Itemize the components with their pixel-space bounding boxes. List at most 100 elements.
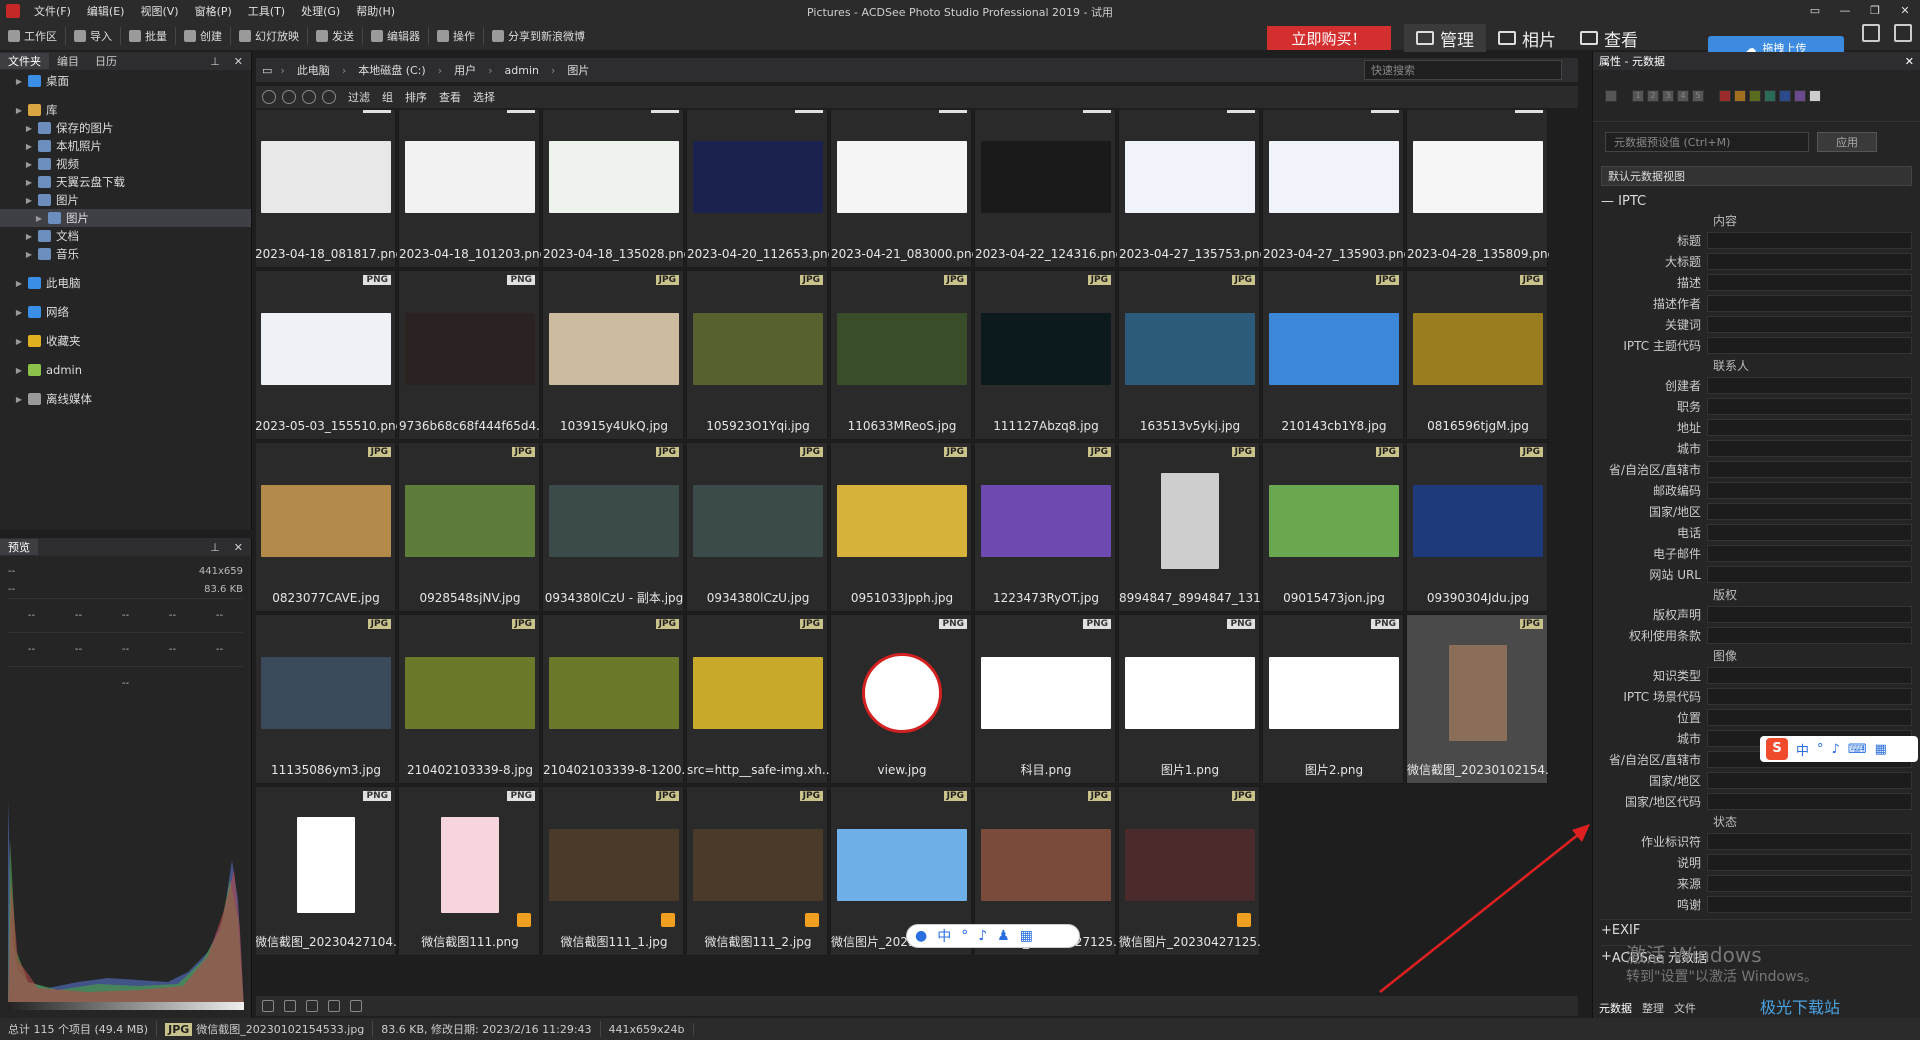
apply-button[interactable]: 应用 [1817, 132, 1877, 152]
close-icon[interactable]: ✕ [226, 541, 251, 554]
thumbnail[interactable]: JPG 0934380lCzU.jpg [686, 442, 828, 612]
breadcrumb-item[interactable]: 图片 [563, 62, 593, 78]
color-label-icon[interactable] [1779, 89, 1791, 102]
breadcrumb-item[interactable]: admin [501, 64, 543, 77]
metadata-field-input[interactable] [1707, 253, 1912, 270]
thumbnail[interactable]: PNG 2023-04-18_135028.png [542, 110, 685, 268]
toolbar-button-2[interactable]: 批量 [121, 22, 175, 50]
tree-node[interactable]: ▶ 保存的图片 [0, 119, 251, 137]
metadata-field-input[interactable] [1707, 295, 1912, 312]
dashboard-icon[interactable] [1862, 24, 1880, 42]
metadata-field-input[interactable] [1707, 667, 1912, 684]
rating-1[interactable]: 1 [1632, 89, 1644, 102]
metadata-field-input[interactable] [1707, 627, 1912, 644]
thumbnail[interactable]: PNG view.jpg [830, 614, 972, 784]
thumbnail[interactable]: JPG 0823077CAVE.jpg [256, 442, 396, 612]
preview-tab[interactable]: 预览 [0, 539, 38, 555]
thumbnail[interactable]: JPG 110633MReoS.jpg [830, 270, 972, 440]
sogou-ime-toolbar[interactable]: S 中 ° ♪ ⌨ ▦ [1760, 736, 1918, 762]
filter-menu-2[interactable]: 排序 [405, 89, 427, 105]
menu-item-6[interactable]: 帮助(H) [348, 3, 403, 19]
thumbnail[interactable]: JPG 105923O1Yqi.jpg [686, 270, 828, 440]
thumbnail[interactable]: PNG 微信截图111.png [398, 786, 540, 956]
tagged-checkbox-icon[interactable] [517, 913, 531, 927]
tree-node[interactable]: ▶ 此电脑 [0, 274, 251, 292]
rating-2[interactable]: 2 [1647, 89, 1659, 102]
metadata-field-input[interactable] [1707, 772, 1912, 789]
thumbnail[interactable]: PNG 2023-04-28_135809.png [1406, 110, 1549, 268]
metadata-field-input[interactable] [1707, 566, 1912, 583]
thumbnail[interactable]: PNG 2023-04-27_135903.png [1262, 110, 1405, 268]
expand-icon[interactable]: ▶ [24, 142, 34, 151]
expand-icon[interactable]: ▶ [14, 106, 24, 115]
thumbnail[interactable]: JPG 1223473RyOT.jpg [974, 442, 1116, 612]
close-icon[interactable]: ✕ [1890, 0, 1920, 22]
folders-tab-1[interactable]: 编目 [49, 53, 87, 69]
forward-icon[interactable] [302, 90, 316, 104]
metadata-field-input[interactable] [1707, 274, 1912, 291]
filter-menu-1[interactable]: 组 [382, 89, 393, 105]
tagged-checkbox-icon[interactable] [661, 913, 675, 927]
thumbnail[interactable]: JPG 210143cb1Y8.jpg [1262, 270, 1404, 440]
thumbnail[interactable]: JPG 210402103339-8.jpg [398, 614, 540, 784]
thumbnail[interactable]: JPG 163513v5ykj.jpg [1118, 270, 1260, 440]
tree-node[interactable]: ▶ 图片 [0, 191, 251, 209]
tree-node[interactable]: ▶ 天翼云盘下载 [0, 173, 251, 191]
metadata-field-input[interactable] [1707, 377, 1912, 394]
restore-icon[interactable]: ▭ [1800, 0, 1830, 22]
metadata-field-input[interactable] [1707, 419, 1912, 436]
toolbar-button-0[interactable]: 工作区 [0, 22, 65, 50]
thumbnail[interactable]: JPG 微信图片_20230427125... [1118, 786, 1261, 956]
mode-0[interactable]: 管理 [1404, 24, 1486, 52]
thumbnail[interactable]: PNG 图片2.png [1262, 614, 1404, 784]
menu-item-5[interactable]: 处理(G) [293, 3, 348, 19]
mode-1[interactable]: 相片 [1486, 24, 1568, 52]
thumbnail[interactable]: PNG 2023-04-21_083000.png [830, 110, 973, 268]
thumbnail[interactable]: JPG src=http__safe-img.xh... [686, 614, 829, 784]
metadata-field-input[interactable] [1707, 461, 1912, 478]
tree-node[interactable]: ▶ 音乐 [0, 245, 251, 263]
menu-item-1[interactable]: 编辑(E) [79, 3, 133, 19]
tree-node[interactable]: ▶ 库 [0, 101, 251, 119]
metadata-field-input[interactable] [1707, 503, 1912, 520]
thumbnail[interactable]: JPG 111127Abzq8.jpg [974, 270, 1116, 440]
menu-item-4[interactable]: 工具(T) [240, 3, 293, 19]
metadata-field-input[interactable] [1707, 606, 1912, 623]
expand-icon[interactable]: ▶ [14, 395, 24, 404]
iptc-section-header[interactable]: — IPTC [1601, 194, 1912, 209]
rotate-right-icon[interactable] [306, 1000, 318, 1012]
filter-menu-3[interactable]: 查看 [439, 89, 461, 105]
minimize-icon[interactable]: — [1830, 0, 1860, 22]
toolbar-button-5[interactable]: 发送 [308, 22, 362, 50]
metadata-field-input[interactable] [1707, 709, 1912, 726]
metadata-field-input[interactable] [1707, 854, 1912, 871]
expand-icon[interactable]: ▶ [34, 214, 44, 223]
expand-icon[interactable]: ▶ [24, 178, 34, 187]
tree-node[interactable]: ▶ 桌面 [0, 72, 251, 90]
thumbnail[interactable]: JPG 0934380lCzU - 副本.jpg [542, 442, 684, 612]
thumbnail[interactable]: PNG 9736b68c68f444f65d4... [398, 270, 541, 440]
tree-node[interactable]: ▶ 本机照片 [0, 137, 251, 155]
thumbnail[interactable]: JPG 210402103339-8-1200... [542, 614, 685, 784]
metadata-field-input[interactable] [1707, 398, 1912, 415]
thumbnail[interactable]: JPG 0816596tjgM.jpg [1406, 270, 1548, 440]
metadata-field-input[interactable] [1707, 440, 1912, 457]
home-icon[interactable] [262, 90, 276, 104]
color-label-icon[interactable] [1734, 89, 1746, 102]
menu-item-0[interactable]: 文件(F) [26, 3, 79, 19]
close-icon[interactable]: ✕ [226, 55, 251, 68]
notification-icon[interactable] [1894, 24, 1912, 42]
toolbar-button-7[interactable]: 操作 [429, 22, 483, 50]
tree-node[interactable]: ▶ 文档 [0, 227, 251, 245]
thumbnail[interactable]: PNG 微信截图_20230427104... [256, 786, 397, 956]
expand-icon[interactable]: ▶ [14, 337, 24, 346]
thumbnail[interactable]: JPG 微信截图111_1.jpg [542, 786, 684, 956]
metadata-field-input[interactable] [1707, 524, 1912, 541]
thumbnail[interactable]: PNG 2023-04-27_135753.png [1118, 110, 1261, 268]
expand-icon[interactable]: ▶ [14, 77, 24, 86]
thumbnail[interactable]: JPG 微信截图_20230102154... [1406, 614, 1549, 784]
import-icon[interactable] [262, 1000, 274, 1012]
expand-icon[interactable]: ▶ [24, 124, 34, 133]
up-icon[interactable] [322, 90, 336, 104]
slideshow-icon[interactable] [350, 1000, 362, 1012]
